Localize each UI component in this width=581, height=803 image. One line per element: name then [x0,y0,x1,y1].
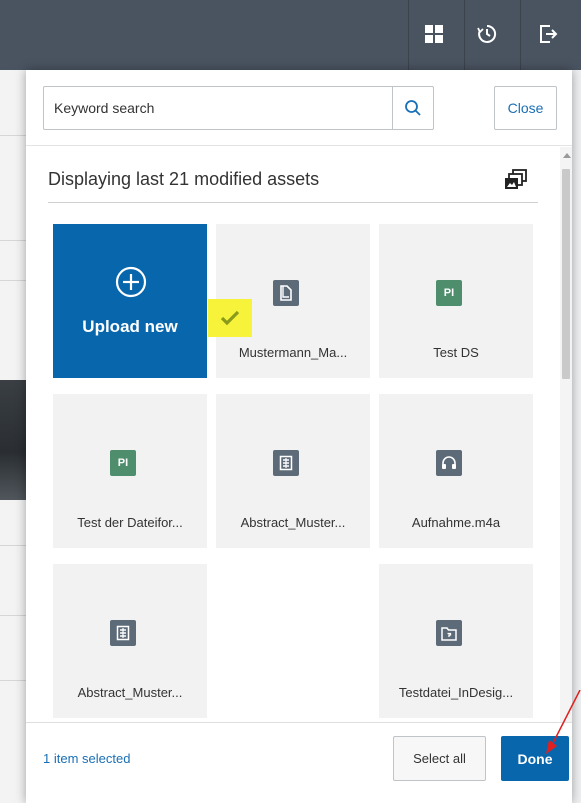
selected-check-badge[interactable] [208,299,252,337]
history-icon [477,24,497,43]
stacked-images-icon [505,169,527,189]
background-divider [0,615,26,616]
toolbar-separator [520,0,521,70]
audio-icon [436,450,462,476]
archive-icon [273,450,299,476]
asset-list-heading: Displaying last 21 modified assets [48,169,320,189]
dialog-footer: 1 item selected Select all Done [26,722,572,803]
keyword-search-input[interactable] [44,87,394,129]
grid-icon [425,25,443,43]
asset-name: Abstract_Muster... [77,685,183,700]
upload-new-label: Upload new [82,317,178,336]
screen: Close Displaying last 21 modified assets [0,0,581,803]
asset-name: Testdatei_InDesig... [398,685,514,700]
plus-circle-icon [115,266,147,298]
grid-view-button[interactable] [414,14,454,54]
search-box [43,86,434,130]
search-row: Close [26,70,572,146]
search-icon [405,100,421,116]
upload-new-tile[interactable]: Upload new [53,224,207,378]
checkmark-icon [220,310,240,326]
pi-file-icon: PI [110,450,136,476]
selection-count: 1 item selected [43,751,131,766]
asset-list-scroll-area[interactable]: Displaying last 21 modified assets Uploa… [26,147,572,722]
logout-icon [540,25,558,43]
asset-tile[interactable]: PI Test DS [379,224,533,378]
asset-tile[interactable]: Abstract_Muster... [53,564,207,718]
history-button[interactable] [467,14,507,54]
search-button[interactable] [392,87,433,129]
asset-picker-dialog: Close Displaying last 21 modified assets [26,70,572,803]
asset-name: Test DS [433,345,479,360]
pi-file-icon: PI [436,280,462,306]
background-page [0,70,26,803]
asset-name: Test der Dateifor... [77,515,183,530]
annotation-arrow-icon [546,690,581,754]
indesign-folder-icon [436,620,462,646]
background-divider [0,280,26,281]
background-divider [0,680,26,681]
background-divider [0,240,26,241]
toolbar-separator [408,0,409,70]
archive-icon [110,620,136,646]
asset-tile[interactable]: Aufnahme.m4a [379,394,533,548]
multi-select-icon[interactable] [504,169,528,191]
asset-tile[interactable]: PI Test der Dateifor... [53,394,207,548]
asset-name: Aufnahme.m4a [411,515,501,530]
select-all-button[interactable]: Select all [393,736,486,781]
document-icon [273,280,299,306]
close-button[interactable]: Close [494,86,557,130]
toolbar-separator [464,0,465,70]
logout-button[interactable] [528,14,568,54]
asset-name: Abstract_Muster... [240,515,346,530]
scroll-up-arrow[interactable] [563,153,571,158]
asset-tile[interactable]: Testdatei_InDesig... [379,564,533,718]
background-image [0,380,26,500]
asset-name: Mustermann_Ma... [238,345,348,360]
scrollbar-thumb[interactable] [562,169,570,379]
top-app-bar [0,0,581,70]
background-divider [0,135,26,136]
background-divider [0,545,26,546]
heading-divider [48,202,538,203]
asset-tile[interactable]: Abstract_Muster... [216,394,370,548]
vertical-scrollbar[interactable] [560,147,572,722]
